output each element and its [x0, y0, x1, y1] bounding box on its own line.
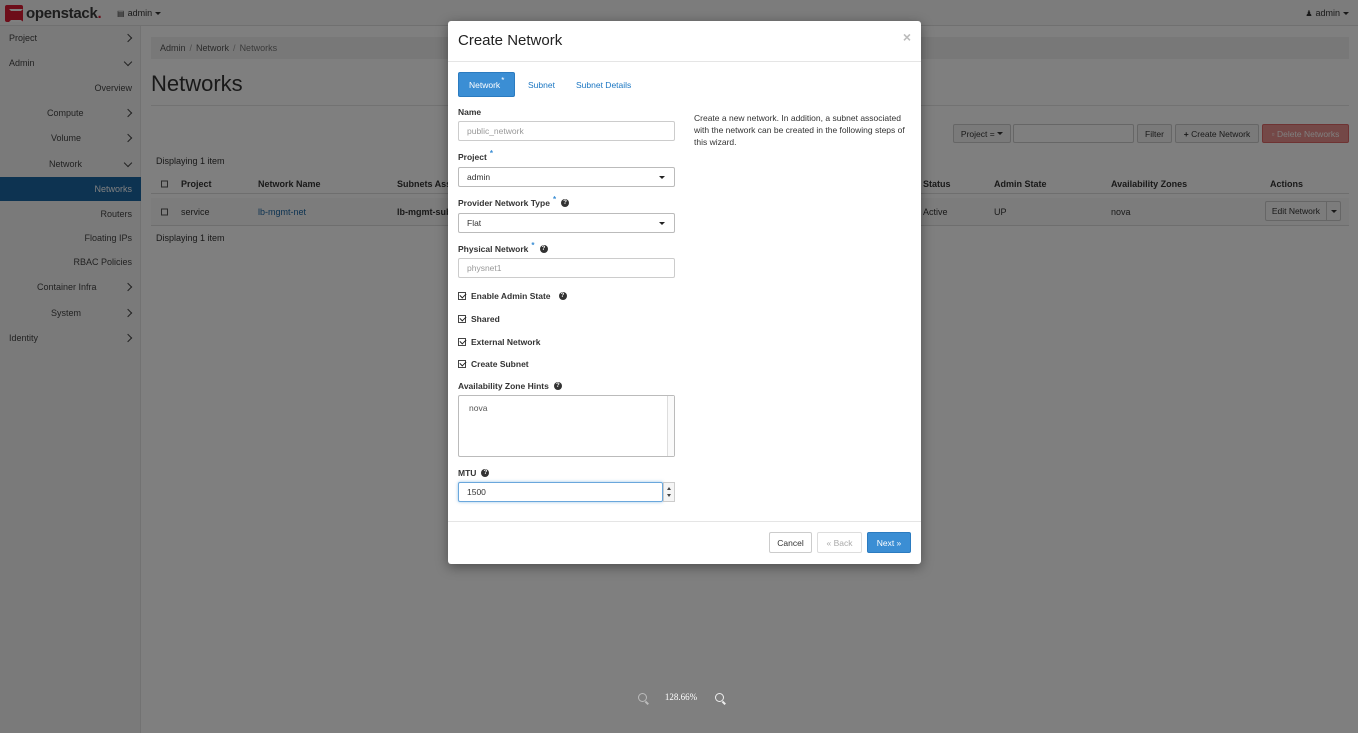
caret-down-icon — [659, 176, 665, 179]
help-text: Create a new network. In addition, a sub… — [694, 113, 905, 147]
create-network-modal: Create Network × Network * Subnet Subnet … — [448, 21, 921, 564]
help-icon[interactable]: ? — [481, 469, 490, 477]
enable-admin-state-checkbox[interactable]: Enable Admin State? — [458, 291, 567, 301]
az-option-nova[interactable]: nova — [469, 403, 487, 413]
scrollbar[interactable] — [667, 396, 674, 456]
required-mark: * — [552, 194, 557, 204]
availability-zone-hints-label: Availability Zone Hints? — [458, 381, 562, 391]
help-icon[interactable]: ? — [553, 382, 562, 390]
stepper-up-icon[interactable] — [667, 487, 671, 490]
provider-network-type-select[interactable]: Flat — [458, 213, 675, 233]
modal-title: Create Network — [458, 32, 563, 49]
tab-network[interactable]: Network * — [458, 72, 516, 97]
zoom-out-icon[interactable] — [638, 692, 647, 702]
checkbox-checked-icon — [458, 338, 466, 346]
back-button[interactable]: « Back — [817, 532, 862, 553]
checkbox-checked-icon — [458, 315, 466, 323]
required-mark: * — [489, 148, 493, 158]
mtu-label: MTU? — [458, 468, 490, 478]
checkbox-checked-icon — [458, 292, 466, 300]
name-input[interactable]: public_network — [458, 121, 675, 141]
stepper-down-icon[interactable] — [667, 494, 671, 497]
cancel-button[interactable]: Cancel — [769, 532, 812, 553]
physical-network-input[interactable]: physnet1 — [458, 258, 675, 278]
help-icon[interactable]: ? — [539, 245, 548, 253]
mtu-input[interactable]: 1500 — [458, 482, 663, 502]
external-network-checkbox[interactable]: External Network — [458, 337, 540, 347]
physical-network-label: Physical Network *? — [458, 240, 548, 254]
zoom-level: 128.66% — [664, 692, 698, 702]
tab-subnet-details[interactable]: Subnet Details — [566, 72, 641, 97]
required-mark: * — [501, 76, 505, 85]
tab-subnet[interactable]: Subnet — [518, 72, 565, 97]
caret-down-icon — [659, 222, 665, 225]
checkbox-checked-icon — [458, 360, 466, 368]
help-icon[interactable]: ? — [561, 199, 570, 207]
zoom-in-icon[interactable] — [715, 692, 724, 702]
project-label: Project * — [458, 148, 493, 163]
modal-footer-divider — [448, 521, 921, 522]
close-icon[interactable]: × — [903, 29, 911, 45]
next-button[interactable]: Next » — [867, 532, 911, 553]
required-mark: * — [531, 240, 535, 250]
create-subnet-checkbox[interactable]: Create Subnet — [458, 359, 529, 369]
mtu-stepper[interactable] — [663, 482, 675, 502]
shared-checkbox[interactable]: Shared — [458, 314, 500, 324]
modal-header-divider — [448, 61, 921, 62]
project-select[interactable]: admin — [458, 167, 675, 187]
zoom-toolbar: 128.66% — [638, 690, 724, 704]
name-label: Name — [458, 107, 482, 117]
availability-zone-hints-select[interactable]: nova — [458, 395, 675, 457]
help-icon[interactable]: ? — [558, 292, 567, 300]
provider-network-type-label: Provider Network Type *? — [458, 194, 570, 208]
